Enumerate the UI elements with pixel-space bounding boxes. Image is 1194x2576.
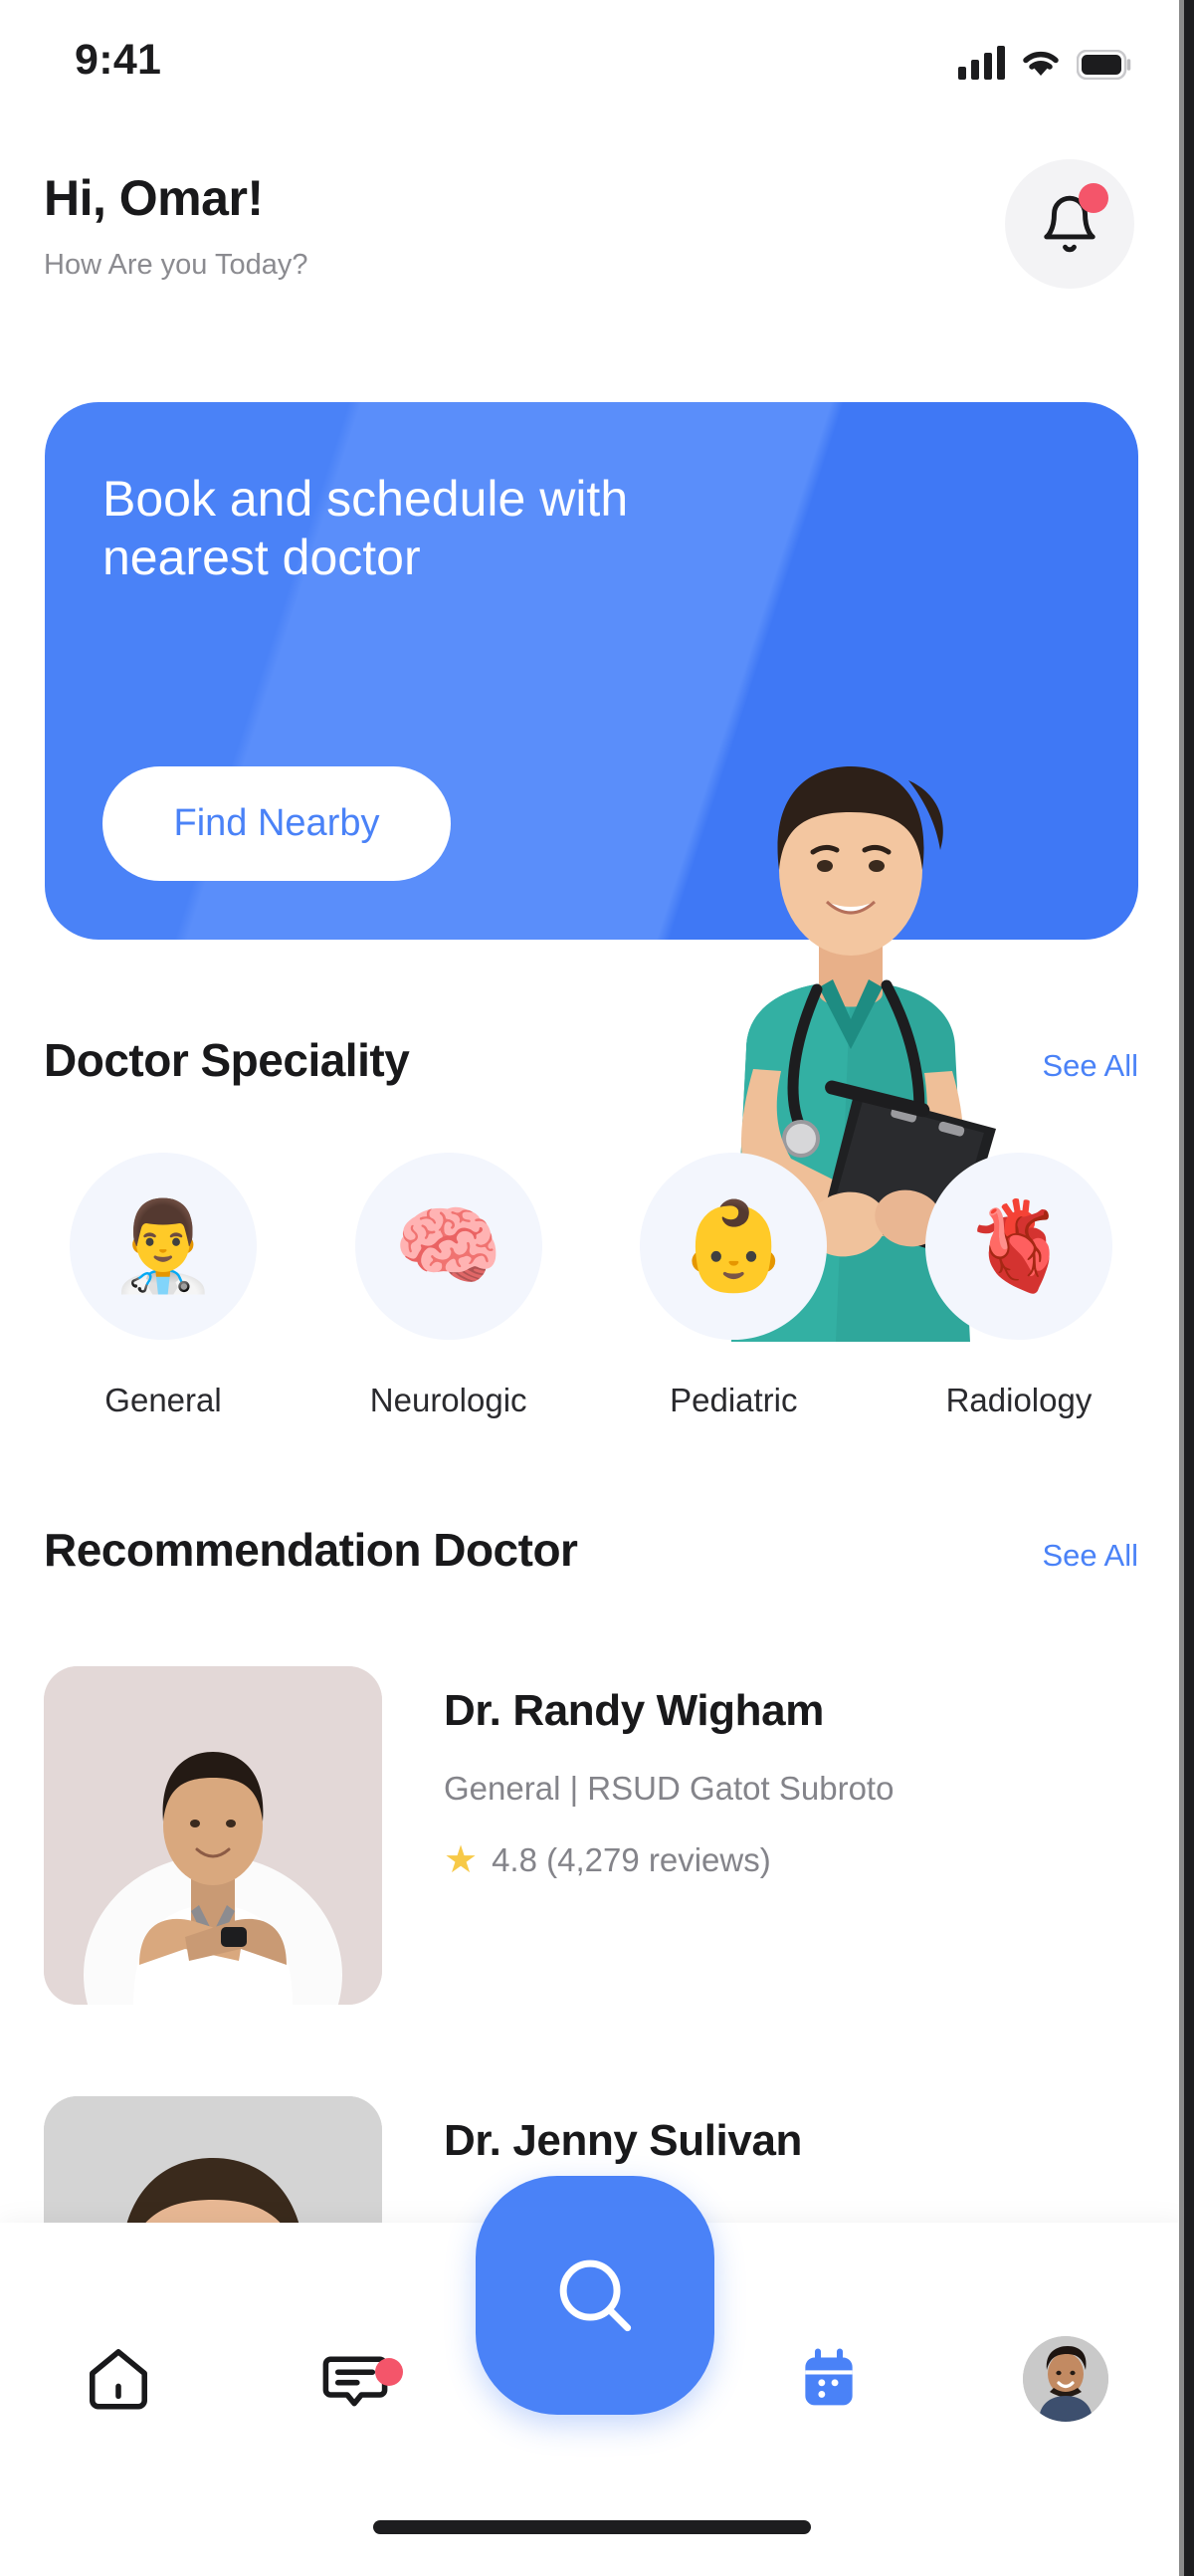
cellular-signal-icon [958,46,1005,80]
banner-headline: Book and schedule with nearest doctor [102,471,629,585]
profile-avatar-icon [1023,2336,1108,2422]
doctor-info: Dr. Randy Wigham General | RSUD Gatot Su… [444,1666,894,1879]
doctor-name: Dr. Randy Wigham [444,1686,824,1735]
device-bezel [1184,0,1194,2576]
search-icon [559,2259,632,2332]
nav-item-chat[interactable] [237,2342,474,2416]
home-icon [90,2349,147,2410]
brain-emoji-icon: 🧠 [354,1153,542,1340]
doctor-emoji-icon: 👨‍⚕️ [70,1153,257,1340]
doctor-name: Dr. Jenny Sulivan [444,2116,803,2165]
baby-emoji-icon: 👶 [640,1153,828,1340]
greeting-header: Hi, Omar! How Are you Today? [0,159,1184,338]
star-icon: ★ [444,1839,479,1881]
phone-screen: 9:41 Hi, Omar! How Are you Today? Book a… [0,0,1194,2576]
recommendation-section-header: Recommendation Doctor See All [44,1523,1138,1577]
speciality-section-header: Doctor Speciality See All [44,1033,1138,1087]
doctor-rating-text: 4.8 (4,279 reviews) [492,1841,771,1878]
speciality-item-pediatric[interactable]: 👶 Pediatric [614,1153,853,1471]
status-time: 9:41 [75,36,162,84]
speciality-label: Pediatric [670,1382,798,1418]
speciality-list: 👨‍⚕️ General 🧠 Neurologic 👶 Pediatric 🫀 … [44,1153,1138,1471]
chat-unread-badge [375,2358,403,2386]
wifi-icon [1023,51,1059,76]
speciality-label: General [104,1382,222,1418]
notification-button[interactable] [1005,159,1134,289]
recommendation-title: Recommendation Doctor [44,1524,578,1576]
promo-banner[interactable]: Book and schedule with nearest doctor Fi… [45,402,1138,1342]
speciality-item-general[interactable]: 👨‍⚕️ General [44,1153,283,1471]
notification-badge [1079,183,1108,213]
status-indicators [958,46,1132,80]
doctor-info: Dr. Jenny Sulivan [444,2096,802,2166]
recommendation-see-all-link[interactable]: See All [1042,1538,1138,1574]
nav-item-profile[interactable] [947,2336,1184,2422]
speciality-label: Neurologic [369,1382,527,1418]
find-nearby-button[interactable]: Find Nearby [102,766,451,881]
kidneys-emoji-icon: 🫀 [924,1153,1112,1340]
speciality-item-neurologic[interactable]: 🧠 Neurologic [329,1153,568,1471]
doctor-meta: General | RSUD Gatot Subroto [444,1770,895,1807]
search-fab-button[interactable] [476,2176,714,2415]
page-title: Hi, Omar! [44,170,264,226]
speciality-item-radiology[interactable]: 🫀 Radiology [899,1153,1138,1471]
speciality-label: Radiology [945,1382,1093,1418]
speciality-title: Doctor Speciality [44,1034,410,1086]
speciality-see-all-link[interactable]: See All [1042,1048,1138,1084]
nav-item-home[interactable] [0,2342,237,2416]
doctor-portrait-photo [44,1666,382,2005]
nav-item-calendar[interactable] [710,2346,947,2412]
home-indicator [373,2520,811,2534]
status-bar: 9:41 [0,0,1184,119]
greeting-subtitle: How Are you Today? [44,249,308,281]
doctor-rating: ★ 4.8 (4,279 reviews) [444,1841,894,1879]
battery-full-icon [1077,50,1131,80]
calendar-icon [805,2348,853,2406]
doctor-card[interactable]: Dr. Randy Wigham General | RSUD Gatot Su… [44,1666,1138,2005]
